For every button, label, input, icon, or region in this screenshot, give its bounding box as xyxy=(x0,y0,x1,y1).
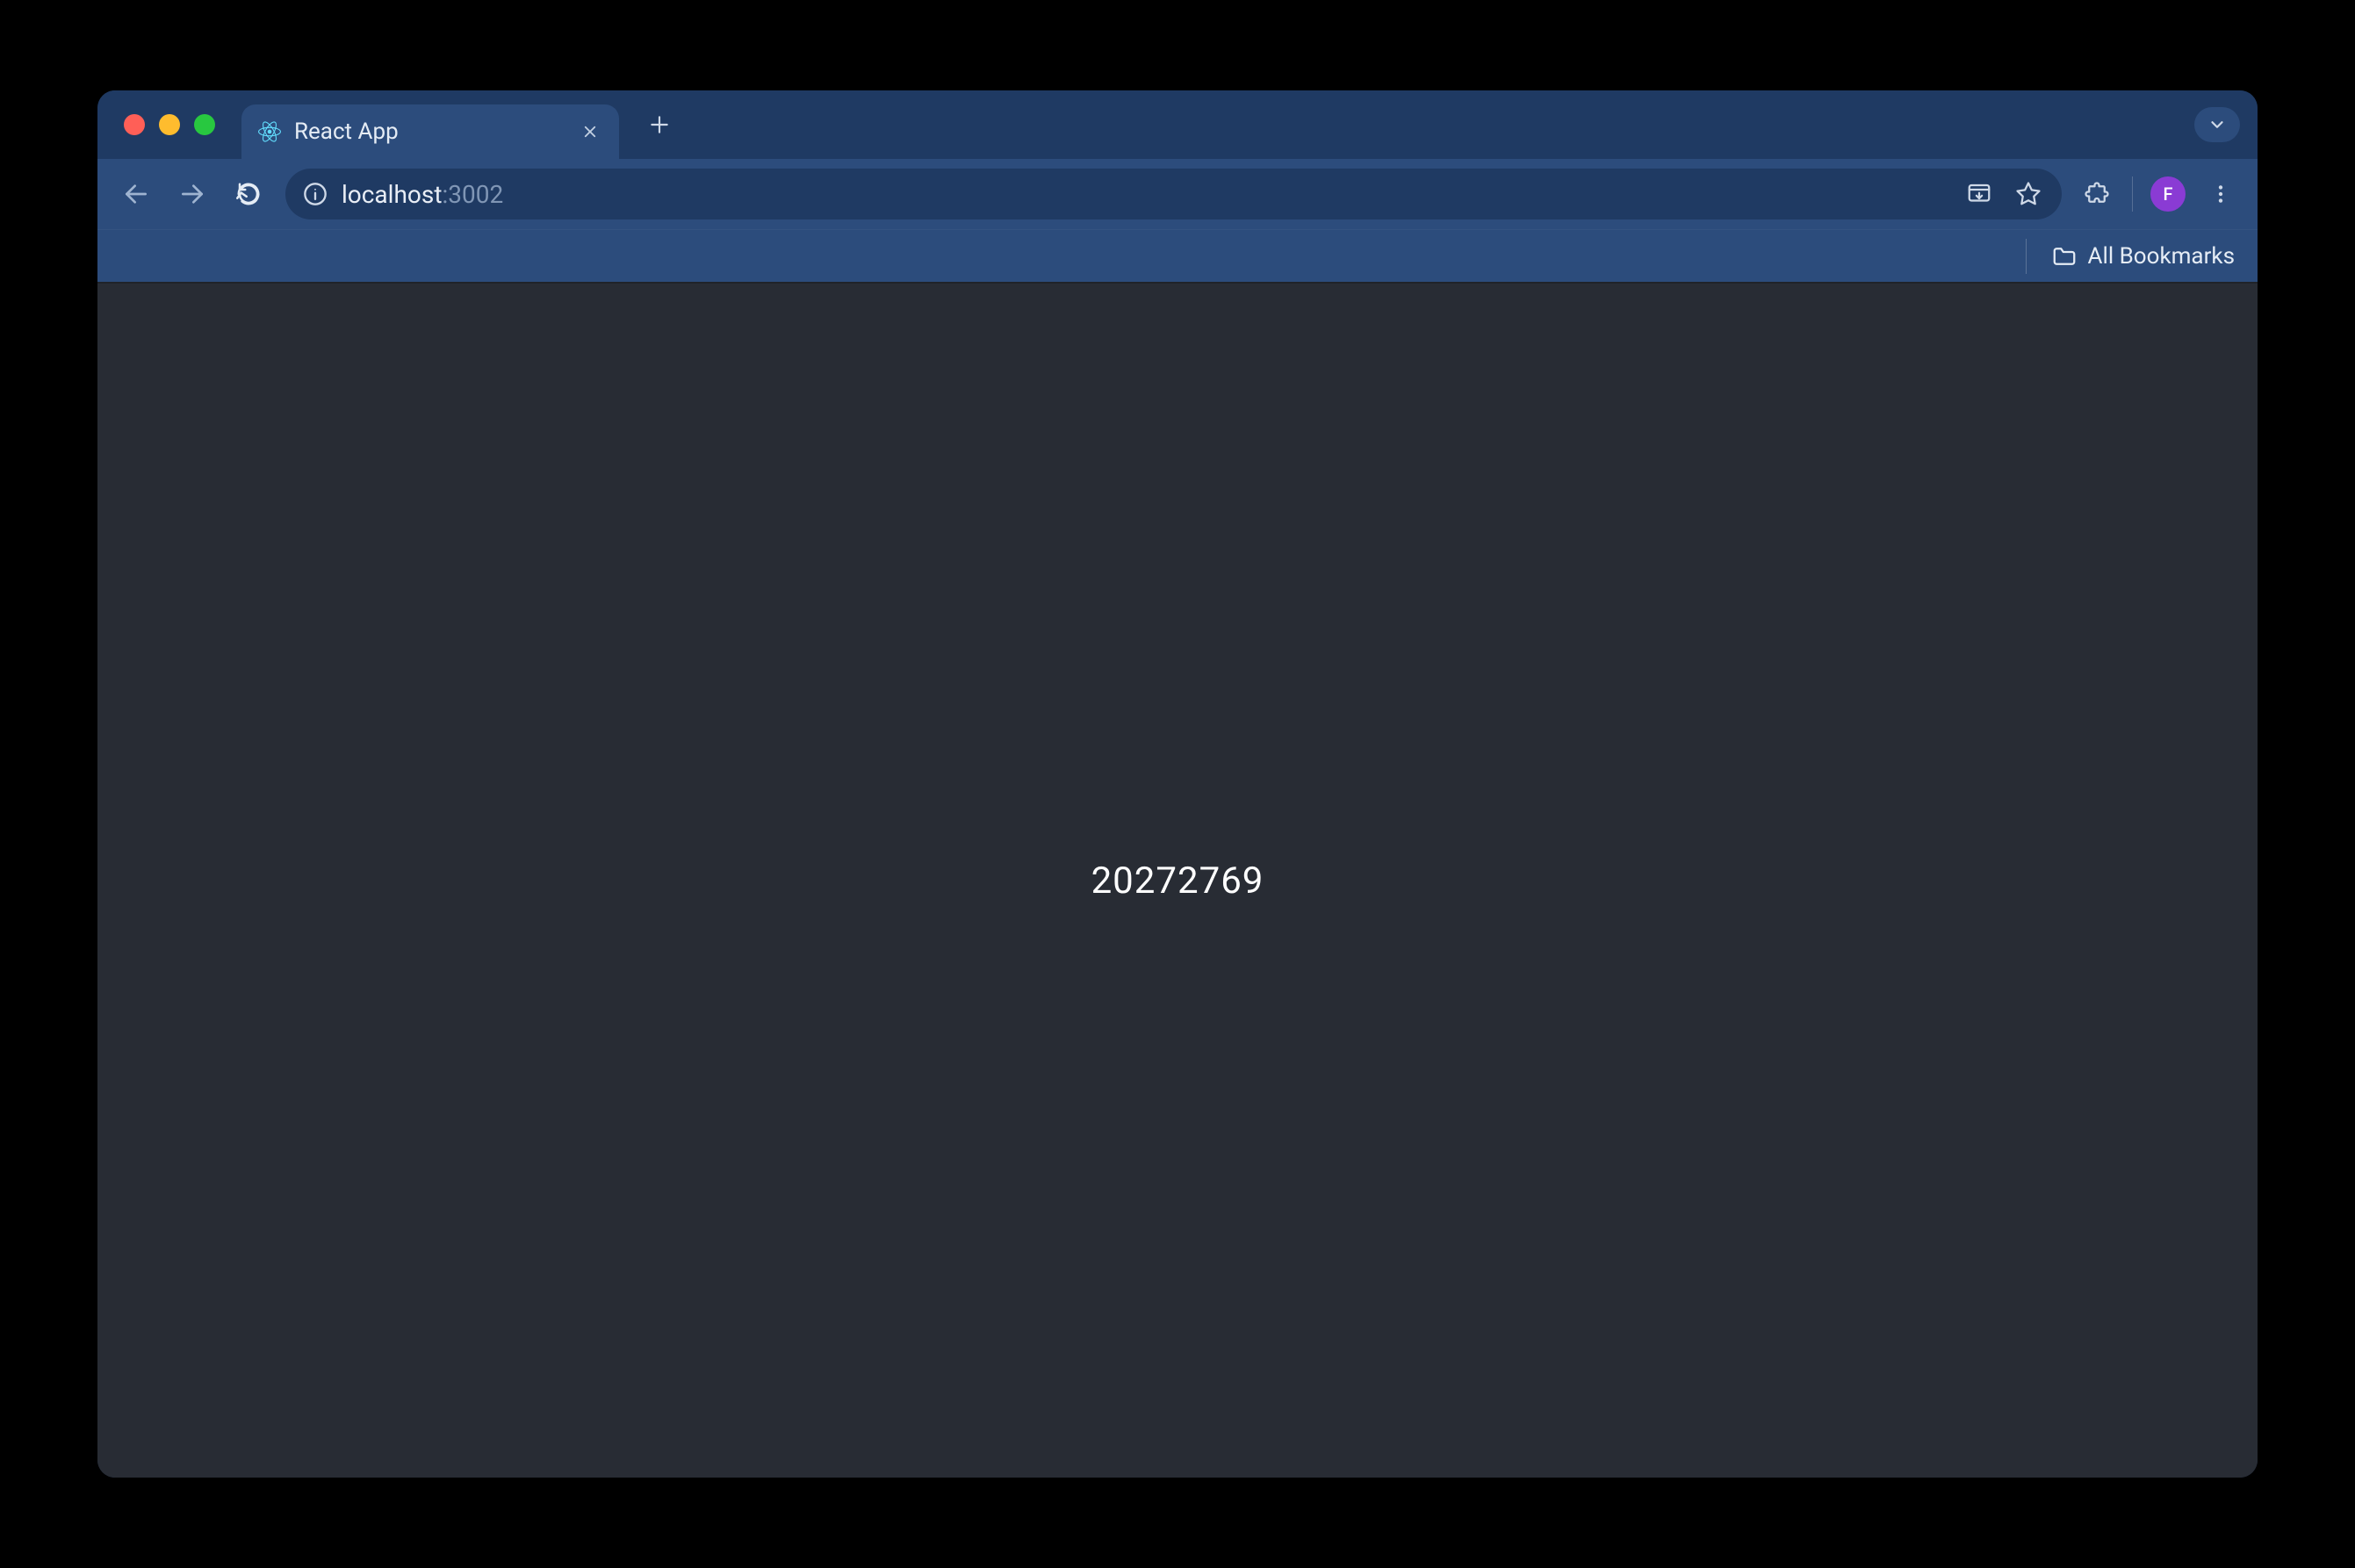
window-controls xyxy=(108,114,231,135)
star-icon xyxy=(2015,181,2042,207)
all-bookmarks-label: All Bookmarks xyxy=(2088,243,2235,270)
url-display: localhost:3002 xyxy=(342,180,1944,209)
browser-window: React App xyxy=(97,90,2258,1478)
window-minimize-button[interactable] xyxy=(159,114,180,135)
info-icon xyxy=(303,182,328,206)
bookmark-page-button[interactable] xyxy=(2006,171,2051,217)
chevron-down-icon xyxy=(2207,115,2227,134)
back-button[interactable] xyxy=(112,169,161,219)
bookmarks-bar: All Bookmarks xyxy=(97,229,2258,282)
arrow-left-icon xyxy=(122,180,150,208)
react-icon xyxy=(257,119,282,144)
window-fullscreen-button[interactable] xyxy=(194,114,215,135)
profile-avatar[interactable]: F xyxy=(2150,176,2186,212)
reload-button[interactable] xyxy=(224,169,273,219)
search-tabs-button[interactable] xyxy=(2194,107,2240,142)
install-app-button[interactable] xyxy=(1956,171,2002,217)
profile-initial: F xyxy=(2163,183,2172,205)
url-port: :3002 xyxy=(442,180,503,209)
tab-title: React App xyxy=(294,119,565,145)
install-app-icon xyxy=(1966,181,1992,207)
bookmarks-divider xyxy=(2026,239,2027,274)
tab-strip: React App xyxy=(97,90,2258,159)
toolbar-divider xyxy=(2132,176,2133,212)
page-content-value: 20272769 xyxy=(1091,860,1264,903)
url-host: localhost xyxy=(342,180,442,209)
address-bar[interactable]: localhost:3002 xyxy=(285,169,2062,219)
all-bookmarks-button[interactable]: All Bookmarks xyxy=(2044,238,2242,275)
new-tab-button[interactable] xyxy=(637,102,682,147)
reload-icon xyxy=(235,181,262,207)
site-info-button[interactable] xyxy=(301,180,329,208)
kebab-icon xyxy=(2209,183,2232,205)
toolbar: localhost:3002 xyxy=(97,159,2258,229)
puzzle-icon xyxy=(2084,181,2110,207)
forward-button[interactable] xyxy=(168,169,217,219)
browser-menu-button[interactable] xyxy=(2198,171,2243,217)
extensions-button[interactable] xyxy=(2074,171,2120,217)
close-tab-button[interactable] xyxy=(577,119,603,145)
browser-tab[interactable]: React App xyxy=(241,104,619,159)
arrow-right-icon xyxy=(178,180,206,208)
page-viewport: 20272769 xyxy=(97,282,2258,1478)
window-close-button[interactable] xyxy=(124,114,145,135)
folder-icon xyxy=(2051,243,2078,270)
